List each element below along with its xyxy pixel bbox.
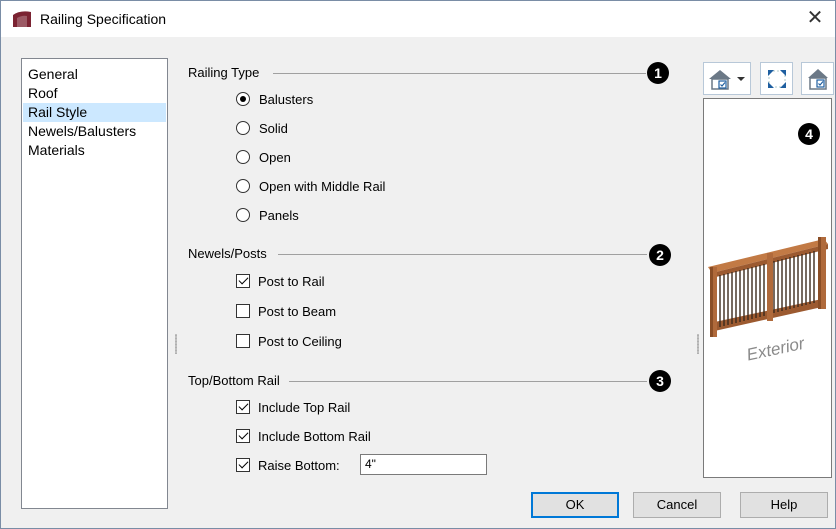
preview-pane[interactable]: 4 Exterior	[703, 98, 832, 478]
radio-indicator	[236, 92, 250, 106]
checkbox-label: Include Bottom Rail	[258, 428, 371, 444]
radio-open[interactable]: Open	[236, 148, 291, 166]
checkbox-include-bottom-rail[interactable]: Include Bottom Rail	[236, 427, 371, 445]
checkbox-label: Raise Bottom:	[258, 457, 340, 473]
checkbox-label: Post to Beam	[258, 303, 337, 319]
color-on-off-button[interactable]	[801, 62, 834, 95]
nav-item-rail-style[interactable]: Rail Style	[23, 103, 166, 122]
radio-label: Solid	[259, 120, 288, 136]
radio-label: Open	[259, 149, 291, 165]
checkbox-indicator	[236, 429, 250, 443]
top-bottom-rail-heading: Top/Bottom Rail	[188, 373, 280, 388]
help-button[interactable]: Help	[740, 492, 828, 518]
checkbox-raise-bottom[interactable]: Raise Bottom:	[236, 456, 340, 474]
nav-item-newels-balusters[interactable]: Newels/Balusters	[23, 122, 166, 141]
preview-watermark: Exterior	[745, 333, 808, 364]
radio-indicator	[236, 121, 250, 135]
nav-item-roof[interactable]: Roof	[23, 84, 166, 103]
radio-open-with-middle-rail[interactable]: Open with Middle Rail	[236, 177, 385, 195]
radio-panels[interactable]: Panels	[236, 206, 299, 224]
checkbox-label: Post to Ceiling	[258, 333, 342, 349]
checkbox-indicator	[236, 458, 250, 472]
title-bar: Railing Specification ✕	[1, 1, 835, 37]
nav-item-materials[interactable]: Materials	[23, 141, 166, 160]
railing-type-separator	[273, 73, 646, 74]
newels-posts-heading: Newels/Posts	[188, 246, 267, 261]
window-title: Railing Specification	[40, 11, 167, 27]
railing-model	[708, 237, 828, 337]
ok-button[interactable]: OK	[531, 492, 619, 518]
checkbox-indicator	[236, 304, 250, 318]
house-view-icon	[709, 69, 745, 90]
radio-indicator	[236, 208, 250, 222]
railing-type-heading: Railing Type	[188, 65, 260, 80]
splitter-grip-right[interactable]	[697, 334, 699, 354]
checkbox-indicator	[236, 274, 250, 288]
splitter-grip-left[interactable]	[175, 334, 177, 354]
cancel-button[interactable]: Cancel	[633, 492, 721, 518]
camera-view-dropdown-button[interactable]	[703, 62, 751, 95]
raise-bottom-input[interactable]: 4"	[360, 454, 487, 475]
railing-3d-preview: Exterior	[708, 237, 828, 364]
radio-label: Panels	[259, 207, 299, 223]
callout-badge-2: 2	[649, 244, 671, 266]
radio-indicator	[236, 179, 250, 193]
fill-window-icon	[767, 69, 786, 88]
checkbox-post-to-rail[interactable]: Post to Rail	[236, 272, 324, 290]
checkbox-indicator	[236, 400, 250, 414]
fill-window-button[interactable]	[760, 62, 793, 95]
checkbox-include-top-rail[interactable]: Include Top Rail	[236, 398, 350, 416]
radio-balusters[interactable]: Balusters	[236, 90, 313, 108]
top-bottom-rail-separator	[289, 381, 647, 382]
category-list: General Roof Rail Style Newels/Balusters…	[21, 58, 168, 509]
radio-solid[interactable]: Solid	[236, 119, 288, 137]
railing-specification-dialog: Railing Specification ✕ General Roof Rai…	[0, 0, 836, 529]
callout-badge-3: 3	[649, 370, 671, 392]
house-check-icon	[807, 68, 828, 90]
radio-indicator	[236, 150, 250, 164]
radio-label: Balusters	[259, 91, 314, 107]
checkbox-label: Post to Rail	[258, 273, 325, 289]
checkbox-post-to-ceiling[interactable]: Post to Ceiling	[236, 332, 342, 350]
radio-label: Open with Middle Rail	[259, 178, 386, 194]
callout-badge-1: 1	[647, 62, 669, 84]
app-icon	[13, 11, 31, 27]
checkbox-post-to-beam[interactable]: Post to Beam	[236, 302, 336, 320]
checkbox-label: Include Top Rail	[258, 399, 351, 415]
newels-posts-separator	[278, 254, 647, 255]
nav-item-general[interactable]: General	[23, 65, 166, 84]
checkbox-indicator	[236, 334, 250, 348]
close-button[interactable]: ✕	[803, 7, 827, 31]
